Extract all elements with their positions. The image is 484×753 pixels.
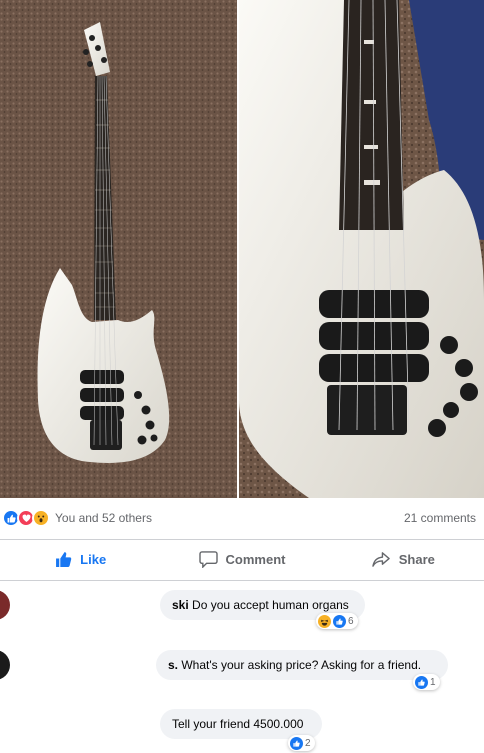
like-button[interactable]: Like bbox=[0, 542, 161, 576]
comment-icon bbox=[198, 550, 218, 568]
redacted-area bbox=[12, 648, 168, 684]
divider bbox=[0, 580, 484, 581]
comment-author[interactable]: ski bbox=[172, 598, 189, 612]
bass-closeup-image bbox=[239, 0, 484, 498]
like-label: Like bbox=[80, 551, 107, 567]
bass-guitar-image bbox=[0, 0, 237, 498]
photo-bass-full[interactable] bbox=[0, 0, 237, 498]
photo-grid bbox=[0, 0, 484, 498]
avatar[interactable] bbox=[0, 650, 10, 680]
reaction-icons[interactable]: You and 52 others bbox=[2, 509, 152, 527]
comment-reactions-badge[interactable]: 2 bbox=[288, 735, 315, 751]
comment-reaction-count: 2 bbox=[305, 737, 311, 749]
divider bbox=[0, 539, 484, 540]
reactions-summary: You and 52 others 21 comments bbox=[0, 505, 484, 531]
comment-text: Tell your friend 4500.000 bbox=[172, 717, 304, 731]
comment-bubble: s. What's your asking price? Asking for … bbox=[156, 650, 448, 680]
action-bar: Like Comment Share bbox=[0, 542, 484, 576]
comment-author[interactable]: s. bbox=[168, 658, 178, 672]
thumbs-up-icon bbox=[56, 551, 72, 567]
wow-icon bbox=[32, 509, 50, 527]
reactions-summary-text[interactable]: You and 52 others bbox=[55, 511, 152, 525]
comment-button[interactable]: Comment bbox=[161, 542, 322, 576]
like-icon bbox=[290, 736, 303, 750]
facebook-post: You and 52 others 21 comments Like Comme… bbox=[0, 0, 484, 753]
avatar[interactable] bbox=[0, 590, 10, 620]
comment-text: Do you accept human organs bbox=[192, 598, 349, 612]
haha-icon bbox=[318, 614, 331, 628]
comments-count[interactable]: 21 comments bbox=[404, 511, 476, 525]
comment-text: What's your asking price? Asking for a f… bbox=[181, 658, 422, 672]
redacted-area bbox=[12, 588, 170, 624]
comment-label: Comment bbox=[225, 551, 286, 567]
share-icon bbox=[372, 551, 390, 567]
comment-reaction-count: 6 bbox=[348, 615, 354, 627]
comment-reactions-badge[interactable]: 1 bbox=[413, 674, 440, 690]
comment-reaction-count: 1 bbox=[430, 676, 436, 688]
like-icon bbox=[415, 675, 428, 689]
comment-reactions-badge[interactable]: 6 bbox=[316, 613, 358, 629]
share-label: Share bbox=[398, 551, 435, 567]
like-icon bbox=[333, 614, 346, 628]
share-button[interactable]: Share bbox=[323, 542, 484, 576]
photo-bass-closeup[interactable] bbox=[239, 0, 484, 498]
